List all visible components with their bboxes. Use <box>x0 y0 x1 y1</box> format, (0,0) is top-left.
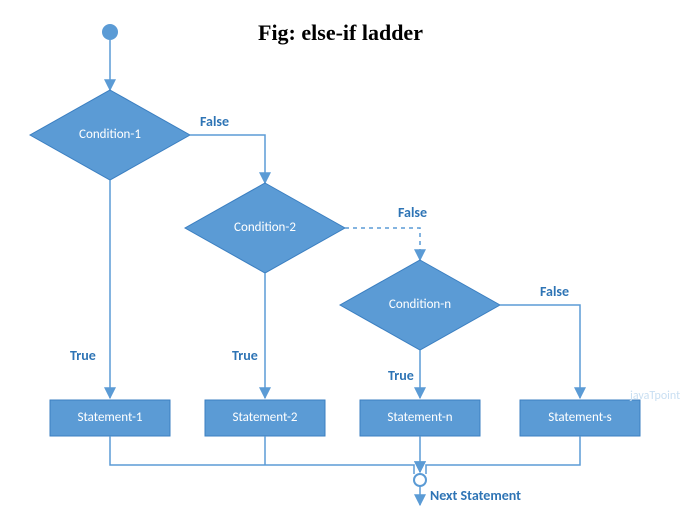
statement-s-node: Statement-s <box>520 400 640 436</box>
c1-false-label: False <box>200 113 229 130</box>
statement-1-label: Statement-1 <box>77 410 142 425</box>
condition-2-label: Condition-2 <box>234 220 296 235</box>
statement-s-label: Statement-s <box>548 410 612 425</box>
c1-true-label: True <box>70 347 96 364</box>
statement-1-node: Statement-1 <box>50 400 170 436</box>
merge-connector <box>414 474 426 486</box>
condition-1-node: Condition-1 <box>30 90 190 180</box>
condition-n-node: Condition-n <box>340 260 500 350</box>
cn-true-label: True <box>388 367 414 384</box>
c2-true-label: True <box>232 347 258 364</box>
figure-title: Fig: else-if ladder <box>258 20 423 45</box>
statement-2-node: Statement-2 <box>205 400 325 436</box>
statement-2-label: Statement-2 <box>232 410 297 425</box>
statement-n-node: Statement-n <box>360 400 480 436</box>
flowchart: Fig: else-if ladder Condition-1 True Fal… <box>0 0 685 518</box>
start-node <box>102 24 118 40</box>
condition-2-node: Condition-2 <box>185 183 345 273</box>
c2-false-label: False <box>398 204 427 221</box>
watermark: javaTpoint <box>629 389 680 403</box>
condition-1-label: Condition-1 <box>79 127 141 142</box>
condition-n-label: Condition-n <box>389 297 451 312</box>
next-statement-label: Next Statement <box>430 487 521 504</box>
cn-false-label: False <box>540 283 569 300</box>
statement-n-label: Statement-n <box>387 410 452 425</box>
